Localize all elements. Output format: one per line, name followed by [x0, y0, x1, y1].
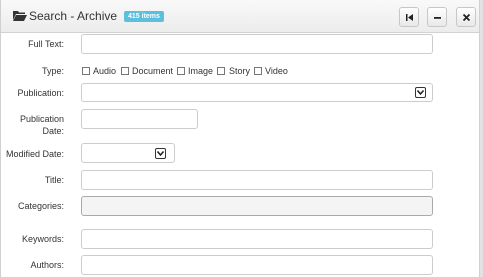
publication-date-input[interactable] — [81, 109, 198, 129]
collapse-left-button[interactable] — [399, 7, 419, 27]
type-image-checkbox[interactable] — [177, 67, 185, 75]
minimize-button[interactable] — [427, 7, 447, 27]
item-count-badge: 415 items — [124, 11, 164, 22]
minus-icon — [434, 17, 441, 19]
type-story-label: Story — [229, 66, 251, 76]
close-button[interactable] — [456, 7, 476, 27]
folder-open-icon — [13, 11, 27, 21]
full-text-label: Full Text: — [28, 39, 64, 49]
full-text-input[interactable] — [81, 34, 433, 54]
categories-label: Categories: — [17, 201, 64, 211]
type-audio-label: Audio — [93, 66, 117, 76]
type-video-label: Video — [265, 66, 288, 76]
chevron-down-icon — [417, 90, 424, 95]
keywords-label: Keywords: — [21, 234, 64, 244]
modified-date-dropdown-toggle[interactable] — [155, 148, 166, 159]
type-story-checkbox[interactable] — [217, 67, 225, 75]
type-document-label: Document — [132, 66, 174, 76]
title-input[interactable] — [81, 170, 433, 190]
modified-date-select[interactable] — [81, 143, 175, 163]
publication-label: Publication: — [17, 88, 64, 98]
publication-date-label-line2: Date: — [42, 126, 64, 136]
categories-input[interactable] — [81, 196, 433, 216]
chevron-down-icon — [157, 151, 164, 156]
step-backward-icon — [406, 14, 413, 21]
keywords-input[interactable] — [81, 229, 433, 249]
publication-date-label-line1: Publication — [19, 114, 64, 124]
panel-header: Search - Archive 415 items — [1, 0, 479, 33]
title-label: Title: — [44, 175, 64, 185]
publication-dropdown-toggle[interactable] — [415, 87, 426, 98]
type-label: Type: — [41, 66, 64, 76]
authors-input[interactable] — [81, 255, 433, 275]
type-audio-checkbox[interactable] — [82, 67, 90, 75]
type-image-label: Image — [188, 66, 214, 76]
publication-select[interactable] — [81, 83, 433, 102]
modified-date-label: Modified Date: — [5, 149, 64, 159]
type-video-checkbox[interactable] — [254, 67, 262, 75]
authors-label: Authors: — [30, 260, 64, 270]
panel-title: Search - Archive — [29, 9, 118, 23]
close-icon — [462, 13, 471, 22]
search-archive-panel: Search - Archive 415 items Full Text: Ty… — [0, 0, 480, 277]
type-document-checkbox[interactable] — [121, 67, 129, 75]
